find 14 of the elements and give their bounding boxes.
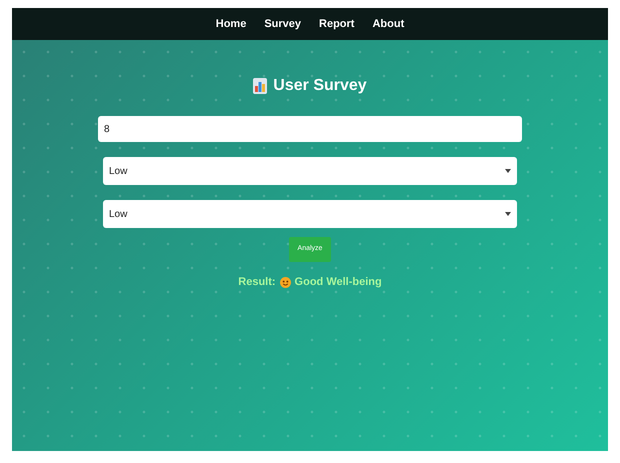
nav-link[interactable]: Home bbox=[216, 16, 246, 32]
bar-chart-icon bbox=[253, 78, 268, 94]
result-value: Good Well-being bbox=[294, 275, 382, 290]
result-label: Result: bbox=[238, 275, 276, 290]
nav-link[interactable]: About bbox=[372, 16, 404, 32]
input-field[interactable]: 8 bbox=[98, 116, 522, 142]
select-dropdown[interactable]: Low bbox=[103, 200, 517, 228]
nav-link[interactable]: Report bbox=[319, 16, 354, 32]
caret-icon bbox=[505, 169, 511, 173]
select-dropdown[interactable]: Low bbox=[103, 157, 517, 185]
nav-link[interactable]: Survey bbox=[264, 16, 302, 32]
caret-icon bbox=[505, 212, 511, 216]
page-title: User Survey bbox=[273, 76, 367, 96]
smiley-icon bbox=[280, 276, 291, 288]
